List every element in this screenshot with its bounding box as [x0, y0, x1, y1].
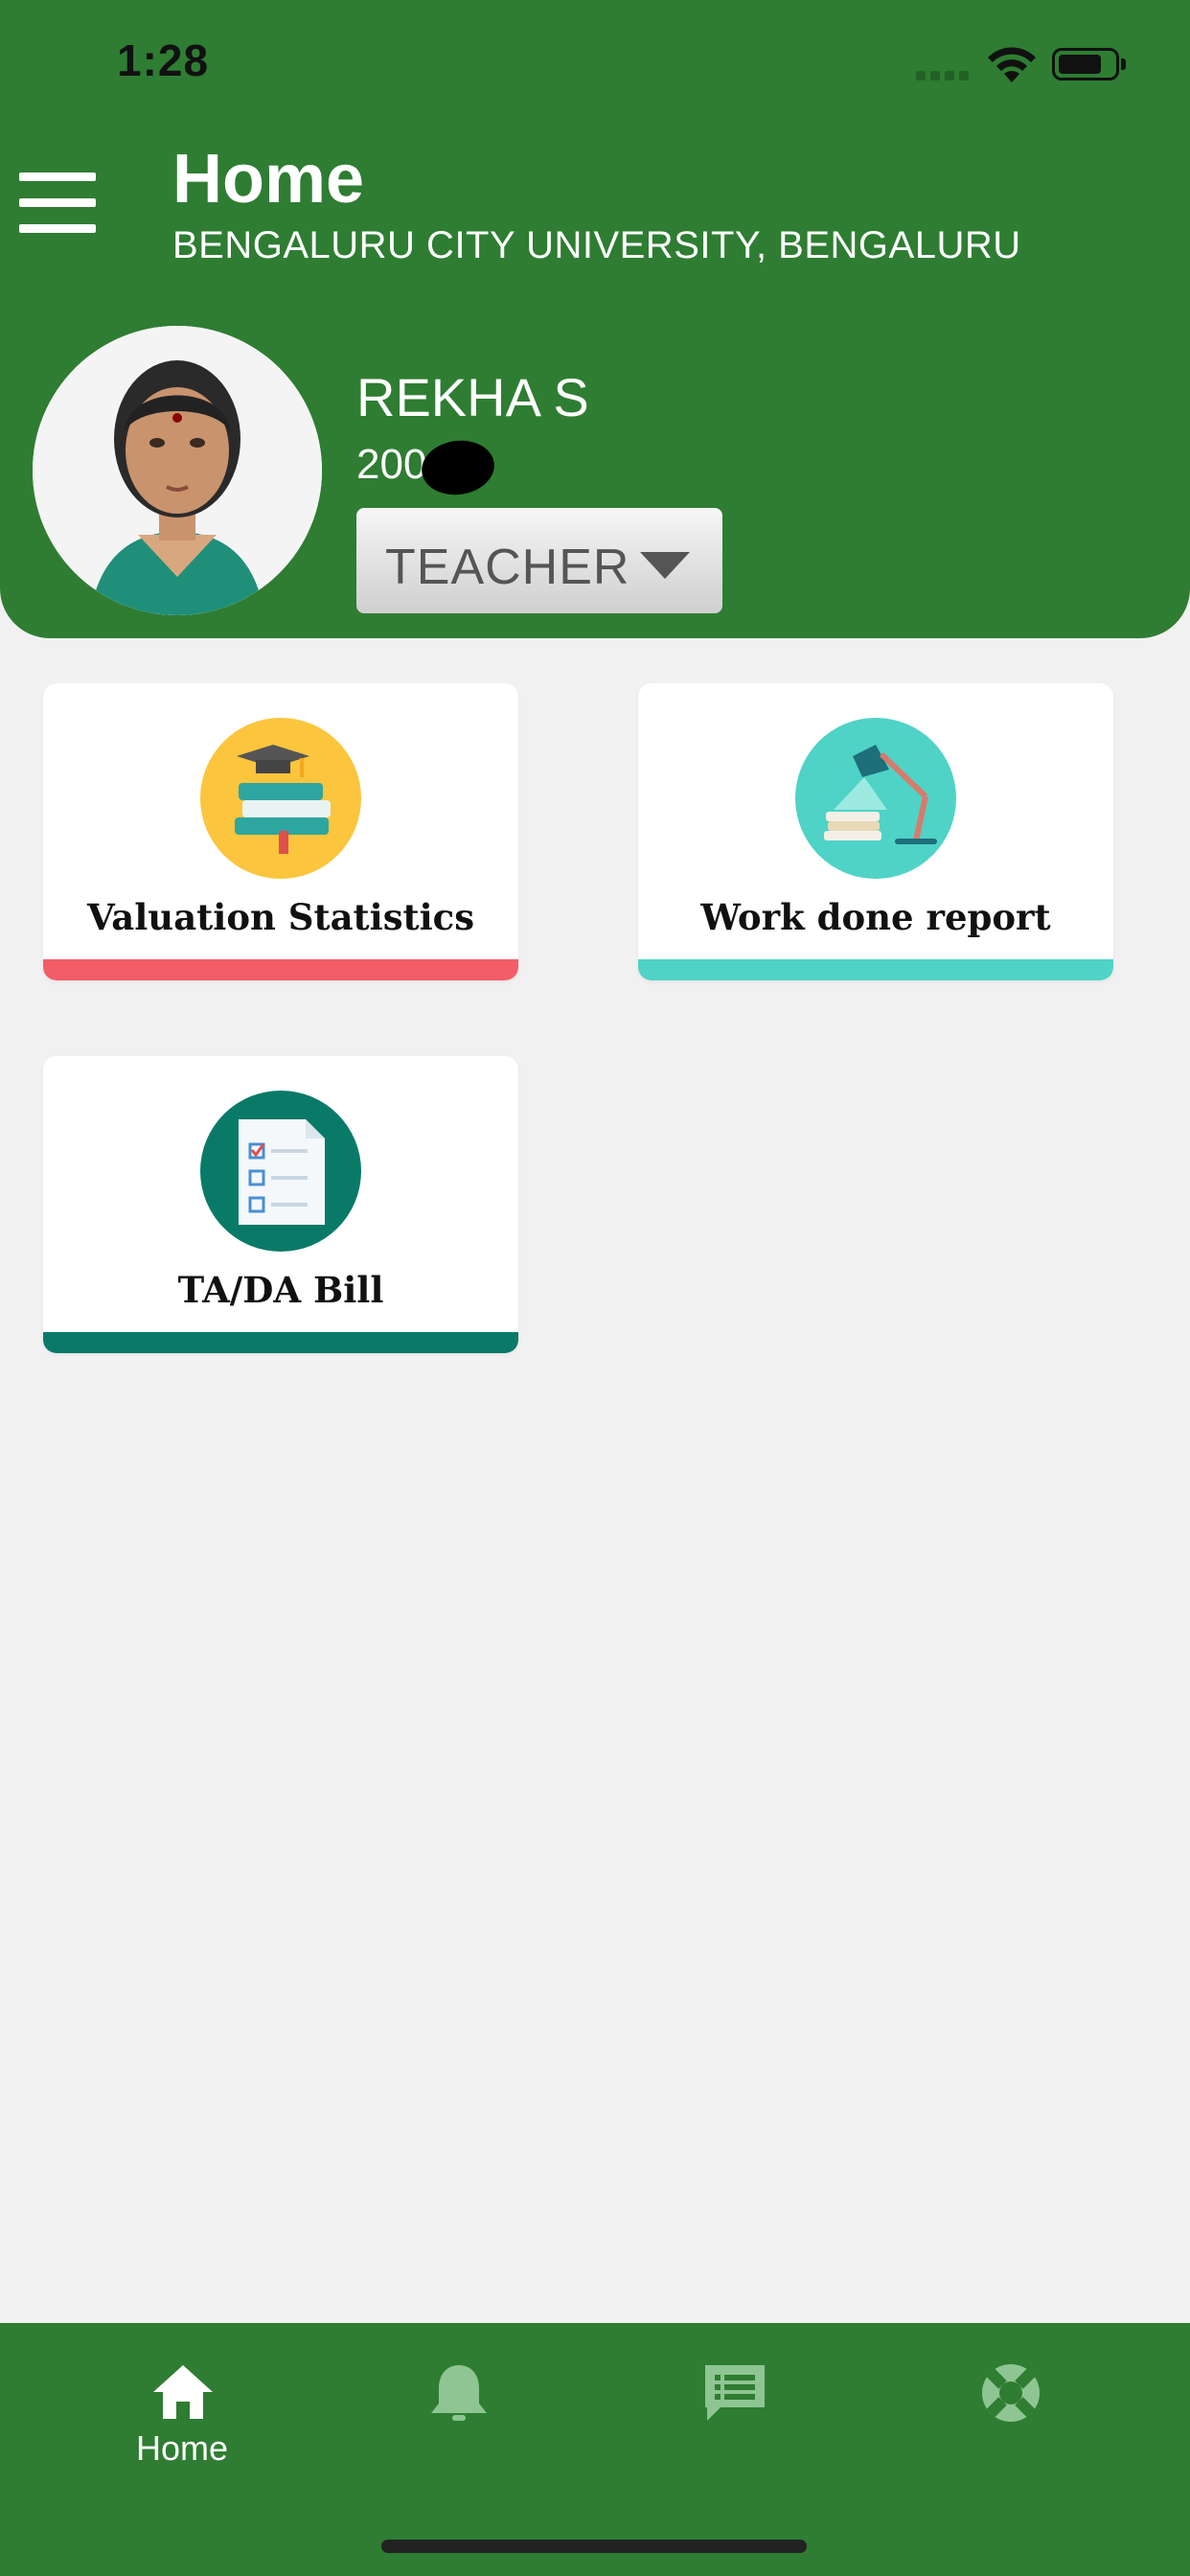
- role-label: TEACHER: [385, 540, 630, 595]
- role-dropdown[interactable]: TEACHER: [356, 508, 722, 613]
- card-ta-da-bill[interactable]: TA/DA Bill: [43, 1056, 518, 1353]
- profile-photo: [33, 326, 322, 615]
- status-bar: 1:28: [0, 0, 1190, 125]
- lifebuoy-icon: [982, 2364, 1040, 2422]
- home-icon: [153, 2365, 213, 2419]
- nav-support[interactable]: [895, 2323, 1125, 2486]
- redaction-mark: [418, 435, 498, 500]
- battery-icon: [1052, 48, 1119, 80]
- home-indicator: [381, 2540, 807, 2553]
- card-accent-bar: [43, 1332, 518, 1353]
- card-accent-bar: [43, 959, 518, 980]
- checklist-document-icon: [200, 1091, 361, 1252]
- signal-icon: [916, 71, 970, 80]
- card-label: Valuation Statistics: [86, 896, 475, 938]
- nav-notifications[interactable]: [343, 2323, 573, 2486]
- page-title: Home: [172, 141, 365, 218]
- university-name: BENGALURU CITY UNIVERSITY, BENGALURU: [172, 224, 1021, 266]
- user-name: REKHA S: [356, 367, 589, 427]
- desk-lamp-icon: [795, 718, 956, 879]
- user-id: 200: [356, 441, 427, 488]
- card-accent-bar: [638, 959, 1113, 980]
- message-icon: [705, 2365, 765, 2421]
- card-label: Work done report: [700, 896, 1051, 938]
- nav-messages[interactable]: [619, 2323, 849, 2486]
- card-label: TA/DA Bill: [177, 1269, 384, 1311]
- hamburger-menu-icon[interactable]: [19, 172, 96, 234]
- wifi-icon: [988, 47, 1036, 82]
- caret-down-icon: [640, 552, 690, 579]
- card-work-done-report[interactable]: Work done report: [638, 683, 1113, 980]
- graduation-books-icon: [200, 718, 361, 879]
- status-time: 1:28: [117, 35, 210, 85]
- nav-label: Home: [135, 2428, 229, 2468]
- nav-home[interactable]: Home: [67, 2323, 297, 2486]
- avatar: [33, 326, 322, 615]
- app-header: 1:28 Home BENGALURU CITY UNIVERSITY, BEN…: [0, 0, 1190, 638]
- card-valuation-statistics[interactable]: Valuation Statistics: [43, 683, 518, 980]
- bottom-navigation: Home: [0, 2323, 1190, 2576]
- bell-icon: [431, 2365, 487, 2421]
